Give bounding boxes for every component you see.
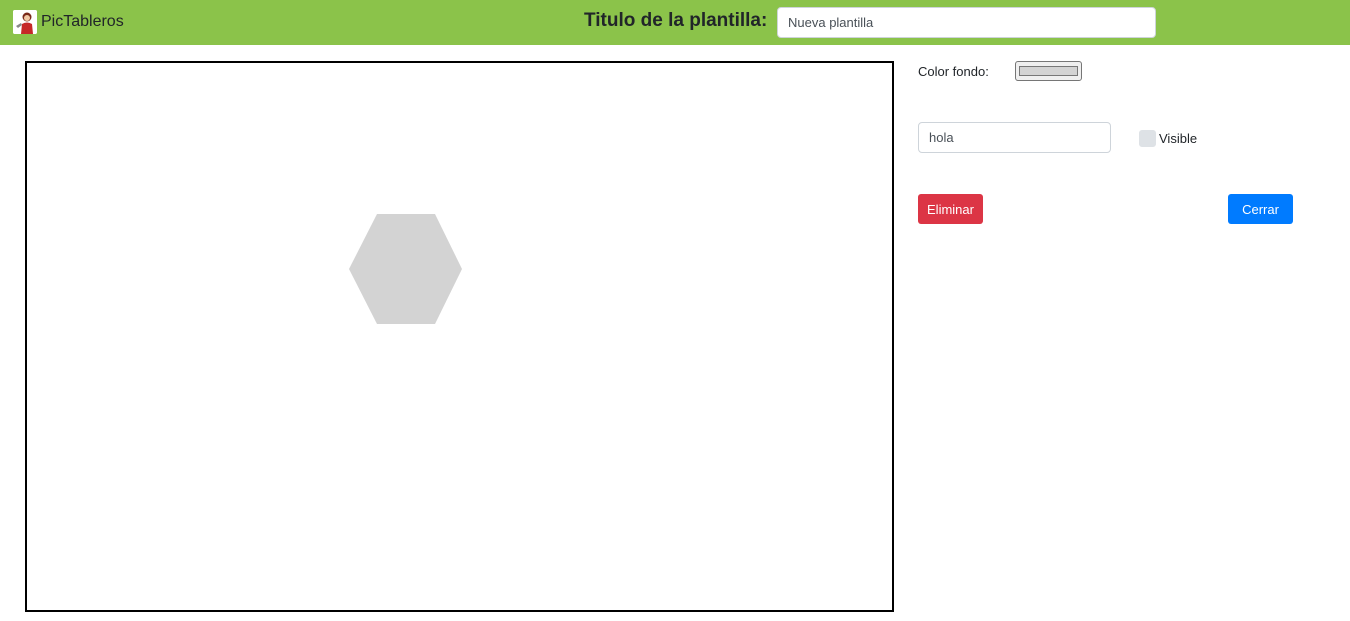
template-title-input[interactable] (777, 7, 1156, 38)
template-title-label: Titulo de la plantilla: (584, 10, 768, 31)
bg-color-picker[interactable] (1015, 61, 1082, 81)
delete-button[interactable]: Eliminar (918, 194, 983, 224)
visible-label: Visible (1159, 131, 1198, 146)
visible-checkbox[interactable] (1139, 130, 1156, 147)
top-navbar: PicTableros Titulo de la plantilla: (0, 0, 1350, 45)
bg-color-swatch (1019, 66, 1078, 76)
visible-toggle[interactable]: Visible (1139, 130, 1197, 147)
shape-text-input[interactable] (918, 122, 1111, 153)
brand-name: PicTableros (41, 13, 124, 30)
brand[interactable]: PicTableros (13, 10, 124, 34)
user-avatar-icon (13, 10, 37, 34)
close-button[interactable]: Cerrar (1228, 194, 1293, 224)
template-canvas[interactable] (25, 61, 894, 612)
hexagon-shape[interactable] (348, 211, 464, 327)
bg-color-label: Color fondo: (918, 64, 989, 79)
